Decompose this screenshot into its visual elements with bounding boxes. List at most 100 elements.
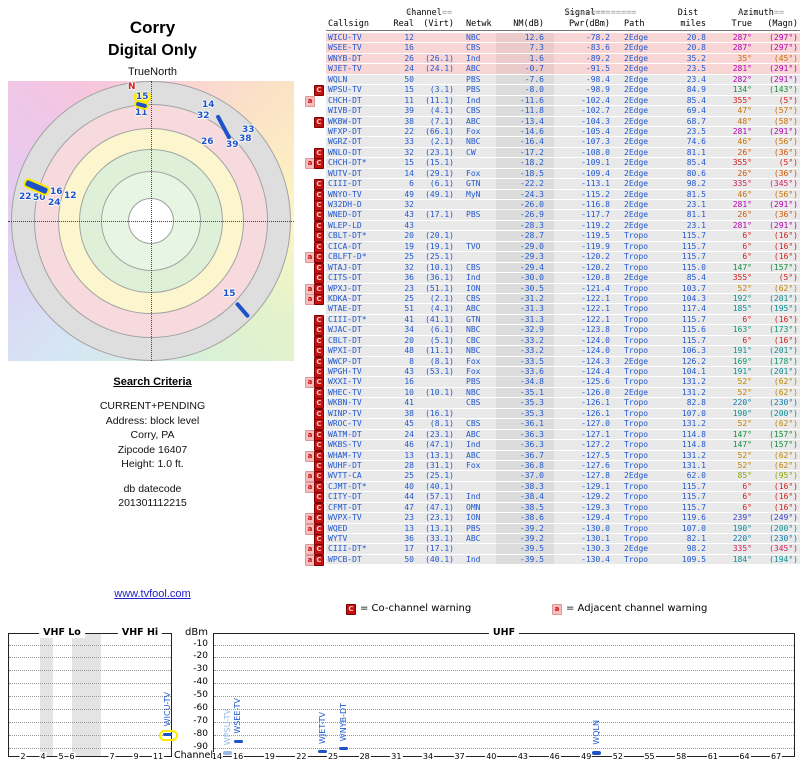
table-row: WICU-TV 12 NBC 12.6 -78.2 2Edge 20.8 287° (297°)	[326, 33, 800, 43]
cell-virt: (17.1)	[425, 544, 454, 554]
cell-magn: (178°)	[769, 356, 798, 366]
cell-cs[interactable]: CIII-DT*	[326, 544, 390, 554]
cell-cs[interactable]: CITY-DT	[326, 492, 390, 502]
table-row: WGRZ-DT 33 (2.1) NBC -16.4 -107.3 2Edge 74.6 46°…	[326, 137, 800, 147]
azimuth-polar-plot: N 15 11 14 32 26 33 38 39 22 50 16 24 12 15	[8, 81, 294, 361]
signal-bar[interactable]	[339, 746, 349, 751]
co-channel-marker: C	[314, 147, 324, 159]
cell-miles: 115.7	[681, 481, 706, 491]
cell-cs[interactable]: WNED-DT	[326, 210, 390, 220]
cell-cs[interactable]: WTAE-DT	[326, 304, 390, 314]
cell-magn: (16°)	[773, 335, 798, 345]
cell-cs[interactable]: WYTV	[326, 534, 390, 544]
cell-cs[interactable]: WFXP-DT	[326, 127, 390, 137]
signal-bar-callsign: WSEE-TV	[233, 697, 243, 734]
cell-cs[interactable]: WGRZ-DT	[326, 137, 390, 147]
cell-pwr: -104.3	[581, 116, 610, 126]
cell-cs[interactable]: WATM-DT	[326, 430, 390, 440]
signal-bar[interactable]	[223, 751, 233, 755]
cell-cs[interactable]: WPXI-DT	[326, 346, 390, 356]
signal-bar[interactable]	[318, 749, 327, 754]
cell-cs[interactable]: CBLT-DT*	[326, 231, 390, 241]
cell-pwr: -113.1	[581, 179, 610, 189]
cell-cs[interactable]: WVTT-CA	[326, 471, 390, 481]
cell-cs[interactable]: WHAM-TV	[326, 451, 390, 461]
cell-cs[interactable]: KDKA-DT	[326, 294, 390, 304]
cell-net: Ind	[466, 554, 481, 564]
cell-cs[interactable]: WUHF-DT	[326, 461, 390, 471]
cell-cs[interactable]: CIII-DT	[326, 179, 390, 189]
cell-virt: (8.1)	[429, 356, 454, 366]
cell-cs[interactable]: WINP-TV	[326, 409, 390, 419]
signal-bar[interactable]	[233, 739, 243, 744]
cell-cs[interactable]: WICU-TV	[326, 33, 390, 43]
dbm-tick-label: -80	[193, 728, 208, 739]
cell-cs[interactable]: WPCB-DT	[326, 555, 390, 565]
cell-cs[interactable]: WNYB-DT	[326, 54, 390, 64]
channel-tick-label: 55	[643, 752, 656, 761]
cell-cs[interactable]: CITS-DT	[326, 273, 390, 283]
cell-real: 12	[404, 33, 414, 42]
table-row: C WNED-DT 43 (17.1) PBS -26.9 -117.7 2Edge 81.1 2…	[314, 210, 800, 222]
cell-cs[interactable]: WNYO-TV	[326, 190, 390, 200]
cell-cs[interactable]: CBLT-DT	[326, 336, 390, 346]
cell-cs[interactable]: WKBW-DT	[326, 117, 390, 127]
cell-miles: 81.1	[686, 210, 706, 220]
cell-cs[interactable]: WQED	[326, 524, 390, 534]
cell-nm: -38.5	[496, 502, 554, 513]
table-row: a CHCH-DT 11 (11.1) Ind -11.6 -102.4 2Edge 85.4 3…	[305, 95, 800, 107]
cell-cs[interactable]: WKBN-TV	[326, 398, 390, 408]
cell-cs[interactable]: CIII-DT*	[326, 315, 390, 325]
cell-cs[interactable]: WSEE-TV	[326, 43, 390, 53]
tvfool-link[interactable]: www.tvfool.com	[0, 588, 305, 600]
cell-path: Tropo	[624, 460, 649, 470]
cell-cs[interactable]: WPGH-TV	[326, 367, 390, 377]
cell-miles: 68.7	[686, 116, 706, 126]
signal-bar[interactable]	[592, 751, 602, 755]
cell-pwr: -130.4	[581, 554, 610, 564]
cell-virt: (40.1)	[425, 554, 454, 564]
cell-cs[interactable]: CJMT-DT*	[326, 482, 390, 492]
page-subtitle: Digital Only	[108, 42, 197, 59]
cell-cs[interactable]: WPXJ-DT	[326, 284, 390, 294]
cell-cs[interactable]: WVPX-TV	[326, 513, 390, 523]
cell-cs[interactable]: WHEC-TV	[326, 388, 390, 398]
cell-true: 192°	[732, 293, 752, 303]
cell-cs[interactable]: WXXI-TV	[326, 377, 390, 387]
cell-nm: -13.4	[496, 116, 554, 126]
cell-virt	[414, 43, 458, 53]
cell-real: 44	[404, 492, 414, 502]
cell-real: 19	[404, 241, 414, 251]
cell-cs[interactable]: WROC-TV	[326, 419, 390, 429]
cell-magn: (291°)	[769, 200, 798, 209]
cell-cs[interactable]: WPSU-TV	[326, 85, 390, 95]
search-criteria-line: CURRENT+PENDING	[99, 400, 206, 412]
cell-pwr: -115.2	[581, 189, 610, 199]
cell-cs[interactable]: WJAC-DT	[326, 325, 390, 335]
cell-cs[interactable]: WKBS-TV	[326, 440, 390, 450]
uhf-spectrum-panel: 14 16 19 22 25 28 31 34 37 40 43 46 49 52 55 58 61 64 67 WP…	[210, 633, 795, 761]
cell-cs[interactable]: WQLN	[326, 75, 390, 85]
cell-virt: (29.1)	[425, 168, 454, 178]
cell-cs[interactable]: CHCH-DT*	[326, 158, 390, 168]
cell-cs[interactable]: WJET-TV	[326, 64, 390, 74]
cell-cs[interactable]: WNLO-DT	[326, 148, 390, 158]
cell-true: 191°	[732, 367, 752, 376]
gridline	[214, 683, 794, 685]
cell-cs[interactable]: WIVB-DT	[326, 106, 390, 116]
cell-cs[interactable]: CBLFT-D*	[326, 252, 390, 262]
cell-cs[interactable]: WWCP-DT	[326, 357, 390, 367]
cell-virt: (26.1)	[425, 53, 454, 63]
cell-cs[interactable]: WLEP-LD	[326, 221, 390, 231]
cell-virt: (7.1)	[429, 116, 454, 126]
channel-tick-label: 11	[151, 752, 165, 761]
cell-cs[interactable]: W32DH-D	[326, 200, 390, 210]
cell-cs[interactable]: WUTV-DT	[326, 169, 390, 179]
cell-cs[interactable]: WTAJ-DT	[326, 263, 390, 273]
cell-cs[interactable]: CHCH-DT	[326, 96, 390, 106]
cell-miles: 115.7	[681, 314, 706, 324]
cell-magn: (157°)	[769, 440, 798, 450]
cell-cs[interactable]: CFMT-DT	[326, 503, 390, 513]
cell-cs[interactable]: CICA-DT	[326, 242, 390, 252]
cell-true: 6°	[742, 492, 752, 502]
